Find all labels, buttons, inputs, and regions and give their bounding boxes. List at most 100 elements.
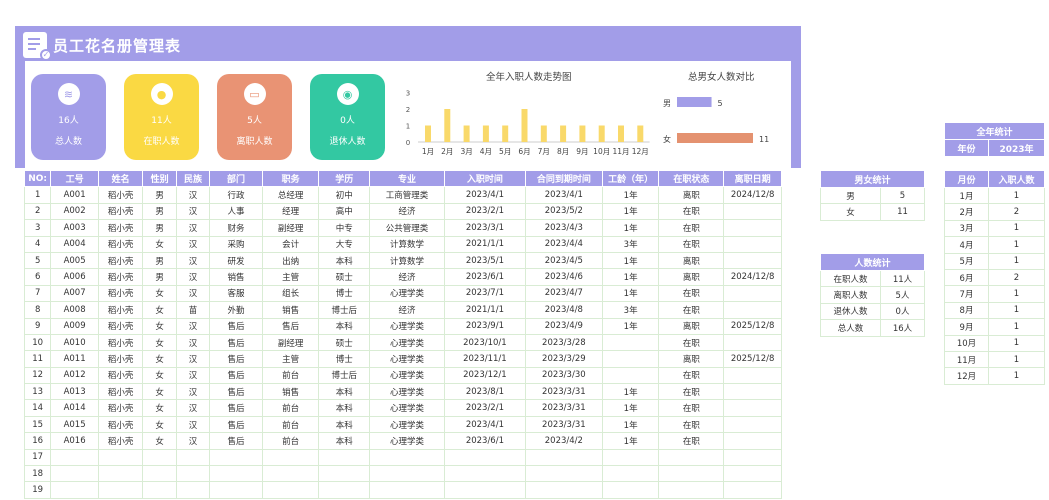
table-cell[interactable] — [443, 465, 526, 483]
table-cell[interactable]: A009 — [50, 317, 99, 335]
table-cell[interactable] — [723, 448, 782, 467]
table-cell[interactable]: 2021/1/1 — [443, 235, 526, 253]
table-cell[interactable] — [443, 481, 526, 499]
table-cell[interactable]: 出纳 — [261, 251, 320, 270]
table-cell[interactable]: 女 — [142, 366, 177, 385]
table-cell[interactable] — [443, 448, 526, 467]
table-cell[interactable]: 1年 — [601, 383, 660, 401]
table-cell[interactable]: 研发 — [209, 251, 263, 270]
table-cell[interactable]: 汉 — [175, 366, 211, 385]
table-cell[interactable] — [723, 481, 782, 499]
table-cell[interactable] — [723, 465, 782, 483]
table-cell[interactable]: 女 — [820, 203, 881, 221]
table-cell[interactable]: A007 — [50, 284, 99, 303]
table-cell[interactable]: 1 — [987, 301, 1046, 320]
table-cell[interactable]: 外勤 — [209, 301, 263, 319]
table-cell[interactable]: 1年 — [601, 415, 660, 434]
table-cell[interactable]: 男 — [142, 268, 177, 286]
table-cell[interactable]: 1 — [987, 186, 1046, 205]
table-cell[interactable] — [318, 448, 371, 467]
table-cell[interactable] — [142, 465, 177, 483]
table-cell[interactable]: 2023/6/1 — [443, 432, 526, 450]
table-cell[interactable]: 高中 — [318, 202, 371, 221]
column-header[interactable]: 专业 — [369, 169, 445, 188]
table-cell[interactable]: 12月 — [944, 367, 989, 385]
table-cell[interactable]: 0人 — [879, 302, 926, 321]
table-cell[interactable]: 退休人数 — [820, 302, 881, 321]
table-cell[interactable]: A012 — [50, 366, 99, 385]
table-cell[interactable]: 主管 — [261, 268, 320, 286]
table-cell[interactable]: 1年 — [601, 317, 660, 335]
table-cell[interactable]: 2024/12/8 — [723, 268, 782, 286]
table-cell[interactable]: 汉 — [175, 202, 211, 221]
table-cell[interactable]: 博士 — [318, 284, 371, 303]
table-cell[interactable]: 售后 — [209, 366, 263, 385]
table-cell[interactable] — [97, 448, 144, 467]
table-cell[interactable]: 11 — [23, 350, 52, 368]
table-cell[interactable] — [658, 465, 725, 483]
table-cell[interactable]: 经济 — [369, 202, 445, 221]
table-cell[interactable] — [723, 415, 782, 434]
table-cell[interactable]: 2 — [987, 203, 1046, 221]
table-cell[interactable]: 售后 — [209, 333, 263, 352]
table-cell[interactable] — [601, 366, 660, 385]
table-cell[interactable]: 本科 — [318, 432, 371, 450]
table-cell[interactable]: 8 — [23, 301, 52, 319]
column-header[interactable]: 离职日期 — [723, 169, 782, 188]
table-cell[interactable]: 心理学类 — [369, 350, 445, 368]
table-cell[interactable]: 心理学类 — [369, 399, 445, 417]
table-cell[interactable] — [524, 448, 603, 467]
table-cell[interactable]: 离职人数 — [820, 286, 881, 304]
table-cell[interactable]: 本科 — [318, 251, 371, 270]
table-cell[interactable]: 前台 — [261, 366, 320, 385]
table-cell[interactable]: 售后 — [209, 432, 263, 450]
column-header[interactable]: 工号 — [50, 169, 99, 188]
table-cell[interactable]: 2021/1/1 — [443, 301, 526, 319]
table-cell[interactable]: 汉 — [175, 333, 211, 352]
column-header[interactable]: 工龄（年） — [601, 169, 660, 188]
table-cell[interactable]: 在职 — [658, 301, 725, 319]
table-cell[interactable]: 2023/4/7 — [524, 284, 603, 303]
table-cell[interactable]: 2023/10/1 — [443, 333, 526, 352]
table-cell[interactable]: 1 — [987, 334, 1046, 352]
table-cell[interactable]: 稻小壳 — [97, 186, 144, 204]
table-cell[interactable]: 11人 — [879, 269, 926, 288]
table-cell[interactable] — [601, 481, 660, 499]
table-cell[interactable]: 4月 — [944, 236, 989, 254]
table-cell[interactable]: 2023/2/1 — [443, 399, 526, 417]
table-cell[interactable]: 稻小壳 — [97, 333, 144, 352]
table-cell[interactable]: A011 — [50, 350, 99, 368]
table-cell[interactable]: 本科 — [318, 399, 371, 417]
table-cell[interactable]: 汉 — [175, 235, 211, 253]
table-cell[interactable]: 经济 — [369, 301, 445, 319]
table-cell[interactable] — [524, 465, 603, 483]
column-header[interactable]: 职务 — [261, 169, 320, 188]
table-cell[interactable] — [209, 448, 263, 467]
table-cell[interactable]: 心理学类 — [369, 284, 445, 303]
table-cell[interactable]: 男 — [820, 186, 881, 205]
column-header[interactable]: 性别 — [142, 169, 177, 188]
table-cell[interactable]: 1 — [987, 219, 1046, 238]
table-cell[interactable]: 2023/3/29 — [524, 350, 603, 368]
column-header[interactable]: 学历 — [318, 169, 371, 188]
table-cell[interactable] — [261, 448, 320, 467]
table-cell[interactable] — [723, 251, 782, 270]
table-cell[interactable] — [369, 465, 445, 483]
table-cell[interactable]: 在职人数 — [820, 269, 881, 288]
table-cell[interactable]: 1年 — [601, 202, 660, 221]
table-cell[interactable]: 汉 — [175, 219, 211, 237]
table-cell[interactable]: 1月 — [944, 186, 989, 205]
table-cell[interactable]: 总人数 — [820, 319, 881, 337]
table-cell[interactable]: 离职 — [658, 317, 725, 335]
table-cell[interactable]: 2023/3/30 — [524, 366, 603, 385]
table-cell[interactable]: 离职 — [658, 350, 725, 368]
table-cell[interactable]: 稻小壳 — [97, 383, 144, 401]
table-cell[interactable]: 2023/6/1 — [443, 268, 526, 286]
table-cell[interactable]: 离职 — [658, 186, 725, 204]
table-cell[interactable]: A001 — [50, 186, 99, 204]
table-cell[interactable]: 汉 — [175, 186, 211, 204]
table-cell[interactable]: 2023/3/31 — [524, 399, 603, 417]
column-header[interactable]: NO: — [23, 169, 52, 188]
table-cell[interactable]: 2 — [987, 268, 1046, 287]
table-cell[interactable]: 汉 — [175, 415, 211, 434]
